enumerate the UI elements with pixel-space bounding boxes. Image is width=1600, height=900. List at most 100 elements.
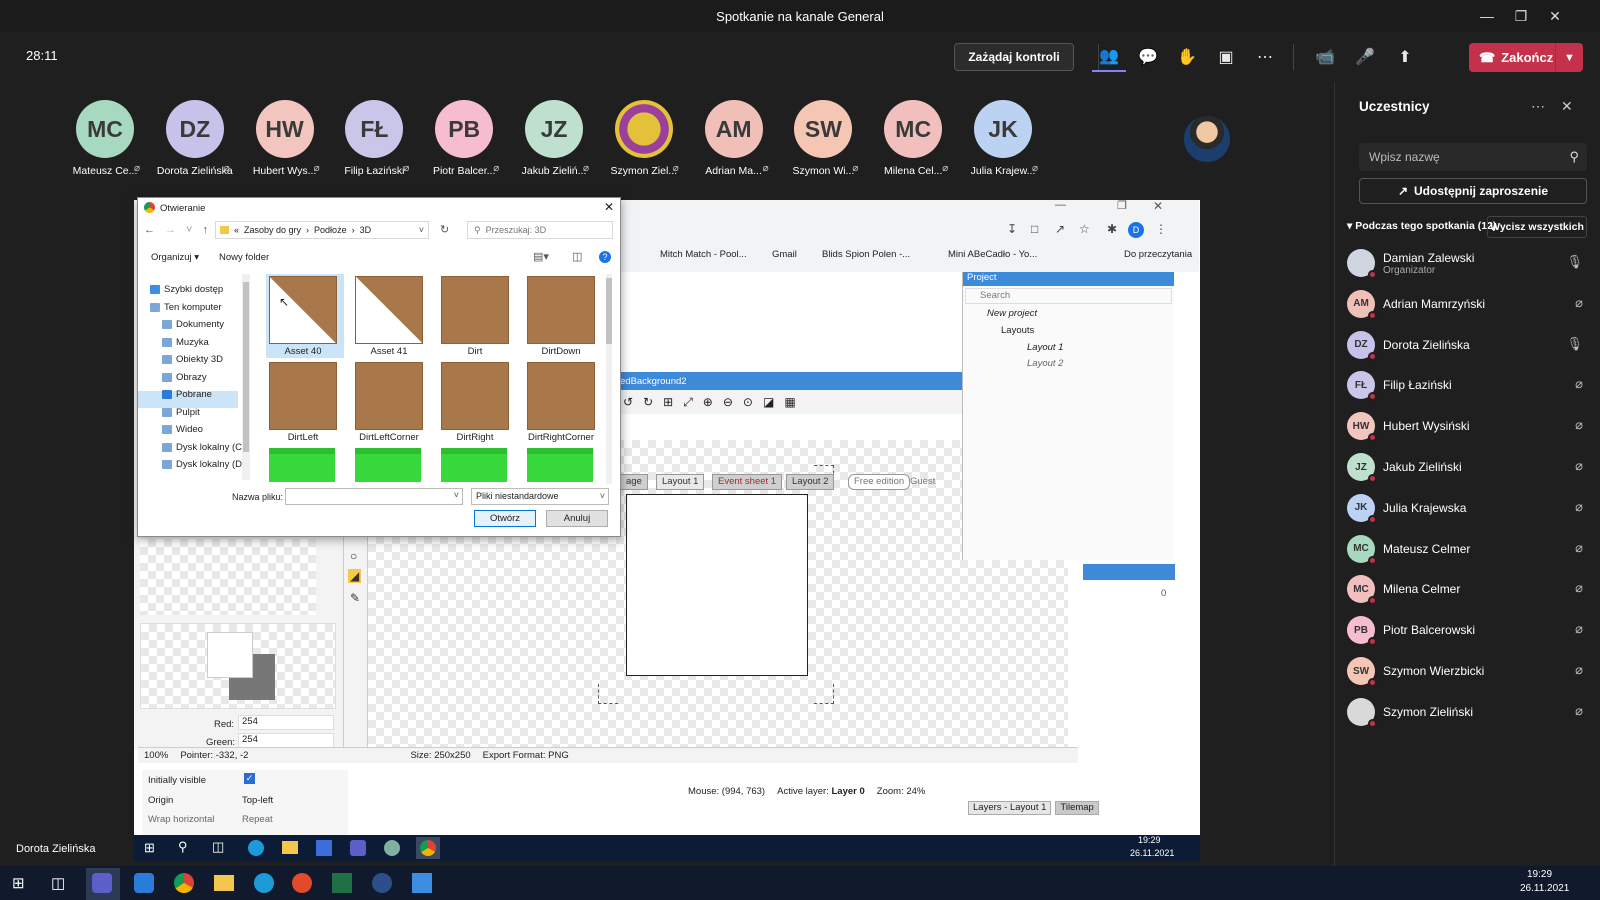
more-icon[interactable]: ⋯	[1248, 42, 1282, 72]
selection-box[interactable]	[626, 494, 808, 676]
star-icon[interactable]: ☆	[1079, 222, 1090, 236]
mic-off-icon[interactable]: ⌀	[1575, 703, 1583, 719]
participant-row[interactable]: PB Piotr Balcerowski ⌀	[1347, 611, 1589, 649]
participant-avatar[interactable]: HW	[255, 100, 314, 158]
participant-avatar[interactable]: FŁ	[345, 100, 404, 158]
participant-row[interactable]: Damian Zalewski Organizator 🎙	[1347, 244, 1589, 282]
new-folder-button[interactable]: Nowy folder	[219, 252, 269, 263]
more-options-icon[interactable]: ⋯	[1531, 98, 1545, 115]
participant-row[interactable]: JZ Jakub Zieliński ⌀	[1347, 448, 1589, 486]
download-icon[interactable]: ↧	[1007, 222, 1017, 236]
extensions-icon[interactable]: ✱	[1107, 222, 1117, 236]
browser-menu-icon[interactable]: ⋮	[1155, 222, 1167, 236]
red-input[interactable]: 254	[238, 715, 334, 730]
participant-row[interactable]: DZ Dorota Zielińska 🎙	[1347, 326, 1589, 364]
excel-icon[interactable]	[332, 873, 352, 893]
sidebar-item[interactable]: Pulpit	[162, 407, 200, 418]
dialog-search-input[interactable]: ⚲ Przeszukaj: 3D	[467, 221, 613, 239]
view-icon[interactable]: ▤▾	[533, 250, 549, 263]
sidebar-item[interactable]: Szybki dostęp	[150, 284, 223, 295]
participant-row[interactable]: Szymon Zieliński ⌀	[1347, 693, 1589, 731]
green-input[interactable]: 254	[238, 733, 334, 748]
zoom-in-icon[interactable]: ⊕	[703, 395, 713, 409]
windows-start-icon[interactable]: ⊞	[12, 874, 25, 892]
participant-row[interactable]: HW Hubert Wysiński ⌀	[1347, 407, 1589, 445]
eyedropper-icon[interactable]: ✎	[350, 591, 360, 605]
bookmark-gmail[interactable]: Gmail	[772, 249, 797, 260]
close-panel-icon[interactable]: ✕	[1561, 98, 1573, 115]
windows-start-icon[interactable]: ⊞	[144, 840, 155, 856]
tab-event-sheet[interactable]: Event sheet 1	[712, 474, 783, 490]
app2-icon[interactable]	[384, 840, 400, 856]
mic-off-icon[interactable]: ⌀	[1575, 662, 1583, 678]
profile-avatar[interactable]: D	[1128, 222, 1144, 238]
bookmark-4[interactable]: Mini ABeCadło - Yo...	[948, 249, 1037, 260]
participant-avatar[interactable]: JZ	[525, 100, 583, 158]
tab-layout-2[interactable]: Layout 2	[786, 474, 835, 490]
cancel-button[interactable]: Anuluj	[546, 510, 608, 527]
chrome-icon[interactable]	[420, 840, 436, 856]
dropdown-icon[interactable]: ˅	[419, 225, 424, 235]
reading-list[interactable]: Do przeczytania	[1124, 249, 1192, 260]
paint-icon[interactable]	[412, 873, 432, 893]
reactions-icon[interactable]: ✋	[1170, 42, 1204, 72]
grid-icon[interactable]: ▦	[784, 395, 795, 409]
back-icon[interactable]: ←	[144, 224, 155, 236]
file-thumbnail[interactable]	[527, 276, 595, 344]
app-icon[interactable]	[292, 873, 312, 893]
crumb-3[interactable]: 3D	[360, 225, 372, 235]
dialog-close-icon[interactable]: ✕	[604, 200, 614, 214]
mic-off-icon[interactable]: ⌀	[1575, 580, 1583, 596]
mic-off-icon[interactable]: ⌀	[1575, 376, 1583, 392]
participant-avatar[interactable]	[614, 100, 673, 158]
filename-input[interactable]: ˅	[285, 488, 463, 505]
file-thumbnail[interactable]	[441, 276, 509, 344]
browser-restore-icon[interactable]: ❐	[1117, 199, 1127, 212]
mic-off-icon[interactable]: ⌀	[1575, 540, 1583, 556]
share-invite-button[interactable]: ↗ Udostępnij zaproszenie	[1359, 178, 1587, 204]
ellipse-tool-icon[interactable]: ○	[350, 549, 357, 563]
participants-icon[interactable]: 👥	[1092, 42, 1126, 72]
mirror-icon[interactable]: ◪	[763, 395, 774, 409]
participant-avatar[interactable]: AM	[704, 100, 763, 158]
sidebar-item[interactable]: Dysk lokalny (D:)	[162, 459, 248, 470]
participant-avatar[interactable]: SW	[794, 100, 853, 158]
tab-layout-1[interactable]: Layout 1	[656, 474, 705, 490]
crumb-2[interactable]: Podłoże	[314, 225, 347, 235]
mic-off-icon[interactable]: ⌀	[1575, 621, 1583, 637]
help-icon[interactable]: ?	[599, 251, 611, 263]
project-search[interactable]: Search	[965, 288, 1172, 304]
chevron-down-icon[interactable]: ▼	[1555, 43, 1583, 72]
visible-checkbox[interactable]: ✓	[244, 773, 255, 784]
browser-close-icon[interactable]: ✕	[1153, 199, 1163, 213]
file-thumbnail[interactable]	[355, 276, 423, 344]
tree-project[interactable]: New project	[987, 308, 1037, 319]
file-thumbnail[interactable]	[441, 362, 509, 430]
bookmark-3[interactable]: Blids Spion Polen -...	[822, 249, 910, 260]
participant-avatar[interactable]: MC	[76, 100, 134, 158]
participant-row[interactable]: FŁ Filip Łaziński ⌀	[1347, 366, 1589, 404]
breadcrumb[interactable]: « Zasoby do gry › Podłoże › 3D ˅	[215, 221, 429, 239]
tab-layers[interactable]: Layers - Layout 1	[968, 801, 1052, 815]
rotate-right-icon[interactable]: ↻	[643, 395, 653, 409]
mic-off-icon[interactable]: ⌀	[1575, 417, 1583, 433]
tab-image[interactable]: age	[620, 474, 648, 490]
crumb-1[interactable]: Zasoby do gry	[244, 225, 301, 235]
refresh-icon[interactable]: ↻	[440, 223, 449, 236]
sidebar-item[interactable]: Pobrane	[162, 389, 212, 400]
sidebar-item[interactable]: Ten komputer	[150, 302, 222, 313]
search-icon[interactable]: ⚲	[178, 839, 188, 855]
vpn-icon[interactable]	[372, 873, 392, 893]
chrome-icon[interactable]	[174, 873, 194, 893]
microphone-icon[interactable]: 🎤	[1348, 42, 1382, 72]
app-icon[interactable]	[316, 840, 332, 856]
share-page-icon[interactable]: ↗	[1055, 222, 1065, 236]
chevron-down-icon[interactable]: ˅	[454, 490, 459, 500]
mic-on-icon[interactable]: 🎙	[1566, 336, 1583, 352]
file-thumbnail[interactable]	[269, 276, 337, 344]
sidebar-item[interactable]: Dokumenty	[162, 319, 224, 330]
participant-avatar[interactable]: MC	[884, 100, 943, 158]
tab-tilemap[interactable]: Tilemap	[1055, 801, 1099, 815]
todo-icon[interactable]	[134, 873, 154, 893]
browser-minimize-icon[interactable]: —	[1055, 199, 1066, 211]
